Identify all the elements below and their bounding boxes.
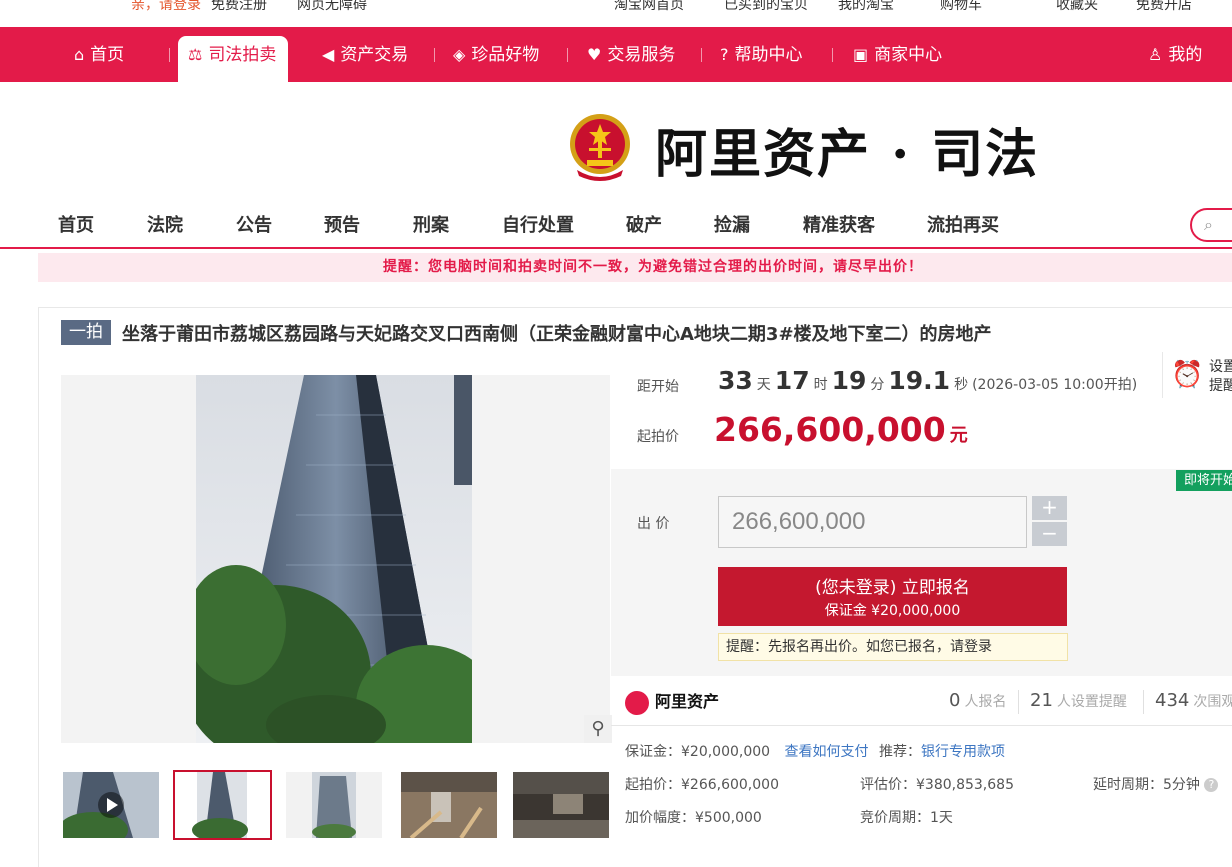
help-icon: ? — [720, 45, 729, 64]
start-price-detail: 起拍价：¥266,600,000 — [625, 777, 779, 793]
taobao-home-link[interactable]: 淘宝网首页 — [614, 0, 684, 12]
reminder-count: 21 人设置提醒 — [1030, 690, 1127, 711]
top-bar: 亲，请登录 免费注册 网页无障碍 淘宝网首页 已买到的宝贝 我的淘宝 购物车 收… — [0, 0, 1232, 12]
subnav-announcement[interactable]: 公告 — [236, 211, 272, 237]
subnav-relist[interactable]: 流拍再买 — [927, 211, 999, 237]
login-link[interactable]: 亲，请登录 — [131, 0, 201, 12]
signup-button[interactable]: (您未登录) 立即报名 保证金 ¥20,000,000 — [718, 567, 1067, 626]
thumbnail-video[interactable] — [63, 772, 159, 838]
nav-my-account[interactable]: ♙ 我的 — [1148, 27, 1202, 82]
home-icon: ⌂ — [74, 45, 85, 64]
bought-link[interactable]: 已买到的宝贝 — [724, 0, 808, 12]
countdown-timer: 33 天 17 时 19 分 19.1 秒 (2026-03-05 10:00开拍) — [718, 366, 1138, 395]
nav-judicial-auction[interactable]: ⚖ 司法拍卖 — [178, 36, 289, 82]
help-question-icon[interactable]: ? — [1204, 778, 1219, 792]
how-to-pay-link[interactable]: 查看如何支付 — [785, 744, 869, 760]
store-icon: ▣ — [853, 45, 869, 64]
favorites-link[interactable]: 收藏夹 — [1056, 0, 1098, 12]
thumbnail-3[interactable] — [286, 772, 382, 838]
deposit-info: 保证金：¥20,000,000 查看如何支付 推荐：银行专用款项 — [625, 744, 1005, 760]
main-building-photo[interactable] — [196, 375, 472, 743]
ali-asset-icon — [625, 690, 649, 715]
subnav-home[interactable]: 首页 — [58, 211, 94, 237]
main-nav: ⌂ 首页 ⚖ 司法拍卖 ◀ 资产交易 ◈ 珍品好物 ♥ 交易服务 ? 帮助中心 ▣ 商家中心 … — [0, 27, 1232, 82]
nav-treasures[interactable]: ◈ 珍品好物 — [453, 27, 539, 82]
gem-icon: ◈ — [453, 45, 466, 64]
subnav-bargain[interactable]: 捡漏 — [714, 211, 750, 237]
bank-account-link[interactable]: 银行专用款项 — [921, 744, 1005, 760]
nav-merchant-center[interactable]: ▣ 商家中心 — [853, 27, 942, 82]
start-price-label: 起拍价 — [637, 429, 679, 445]
nav-trade-service[interactable]: ♥ 交易服务 — [587, 27, 675, 82]
set-reminder-button[interactable]: ⏰ 设置 提醒 — [1162, 352, 1232, 398]
nav-help-center[interactable]: ? 帮助中心 — [720, 27, 803, 82]
open-shop-link[interactable]: 免费开店 — [1136, 0, 1192, 12]
asset-icon: ◀ — [322, 45, 335, 64]
appraisal-value: 评估价：¥380,853,685 — [860, 777, 1014, 793]
countdown-label: 距开始 — [637, 379, 679, 395]
search-input[interactable]: ⌕ — [1190, 208, 1232, 242]
login-tip: 提醒：先报名再出价。如您已报名，请登录 — [718, 633, 1068, 661]
user-icon: ♙ — [1148, 45, 1163, 64]
subnav-preview[interactable]: 预告 — [324, 211, 360, 237]
my-taobao-link[interactable]: 我的淘宝 — [838, 0, 894, 12]
signup-count: 0 人报名 — [949, 690, 1007, 711]
heart-icon: ♥ — [587, 45, 602, 64]
increase-bid-button[interactable]: + — [1032, 496, 1067, 520]
ali-asset-logo: 阿里资产 — [625, 688, 719, 715]
bid-increment: 加价幅度：¥500,000 — [625, 810, 762, 826]
round-badge: 一拍 — [61, 320, 111, 345]
bid-label: 出 价 — [637, 516, 670, 532]
start-price-value: 266,600,000 元 — [714, 410, 968, 449]
decrease-bid-button[interactable]: − — [1032, 522, 1067, 546]
zoom-icon[interactable]: ⚲ — [584, 715, 612, 743]
logo-text: 阿里资产 · 司法 — [655, 124, 1040, 185]
item-title: 坐落于莆田市荔城区荔园路与天妃路交叉口西南侧（正荣金融财富中心A地块二期3#楼及… — [122, 324, 992, 345]
subnav-precision[interactable]: 精准获客 — [803, 211, 875, 237]
subnav-self-disposal[interactable]: 自行处置 — [502, 211, 574, 237]
thumbnail-selected[interactable] — [173, 770, 272, 840]
subnav-criminal[interactable]: 刑案 — [413, 211, 449, 237]
view-count: 434 次围观 — [1155, 690, 1232, 711]
register-link[interactable]: 免费注册 — [211, 0, 267, 12]
time-mismatch-alert: 提醒：您电脑时间和拍卖时间不一致，为避免错过合理的出价时间，请尽早出价！ — [38, 253, 1232, 282]
sub-nav: 首页 法院 公告 预告 刑案 自行处置 破产 捡漏 精准获客 流拍再买 — [0, 202, 1232, 249]
nav-home[interactable]: ⌂ 首页 — [74, 27, 124, 82]
alarm-clock-icon: ⏰ — [1171, 360, 1204, 390]
nav-asset-trade[interactable]: ◀ 资产交易 — [322, 27, 408, 82]
status-badge: 即将开始 — [1176, 470, 1232, 491]
subnav-bankruptcy[interactable]: 破产 — [626, 211, 662, 237]
search-icon: ⌕ — [1204, 215, 1213, 234]
court-emblem-icon: ⚖ — [188, 45, 203, 64]
delay-period: 延时周期：5分钟 ? — [1093, 774, 1219, 794]
start-time: (2026-03-05 10:00开拍) — [972, 377, 1138, 393]
subnav-court[interactable]: 法院 — [147, 211, 183, 237]
cart-link[interactable]: 购物车 — [940, 0, 982, 12]
auction-period: 竞价周期：1天 — [860, 810, 953, 826]
thumbnail-4[interactable] — [401, 772, 497, 838]
accessibility-link[interactable]: 网页无障碍 — [297, 0, 367, 12]
court-emblem-icon — [570, 114, 630, 181]
thumbnail-5[interactable] — [513, 772, 609, 838]
bid-amount-input[interactable]: 266,600,000 — [718, 496, 1027, 548]
